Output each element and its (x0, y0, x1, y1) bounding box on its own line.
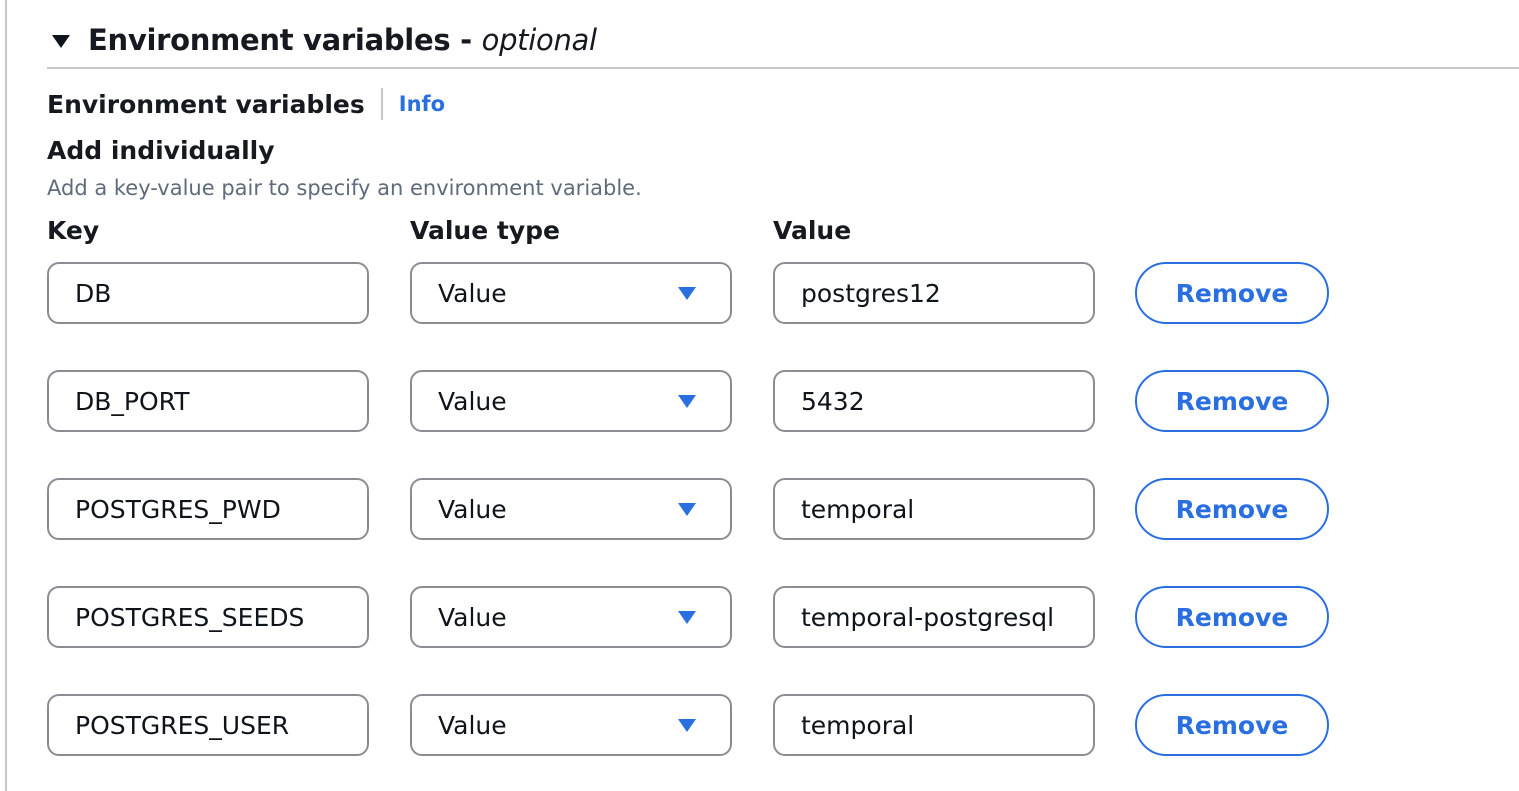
caret-down-icon (678, 502, 696, 516)
value-type-selected: Value (438, 710, 507, 740)
value-input[interactable] (775, 264, 1093, 322)
remove-button[interactable]: Remove (1135, 370, 1329, 432)
value-type-select[interactable]: Value (410, 694, 732, 756)
key-input[interactable] (49, 372, 367, 430)
caret-down-icon (678, 394, 696, 408)
section-title: Environment variables - optional (88, 23, 597, 57)
add-individually-heading: Add individually (47, 136, 275, 165)
env-var-row: Value Remove (0, 262, 1519, 324)
key-field[interactable] (47, 694, 369, 756)
value-type-selected: Value (438, 494, 507, 524)
remove-button[interactable]: Remove (1135, 478, 1329, 540)
env-var-row: Value Remove (0, 370, 1519, 432)
value-type-selected: Value (438, 602, 507, 632)
caret-down-icon (52, 34, 70, 48)
column-label-value: Value (773, 216, 852, 245)
value-type-selected: Value (438, 386, 507, 416)
key-input[interactable] (49, 588, 367, 646)
value-input[interactable] (775, 696, 1093, 754)
section-title-optional: optional (481, 23, 597, 57)
env-var-row: Value Remove (0, 586, 1519, 648)
key-field[interactable] (47, 586, 369, 648)
value-field[interactable] (773, 262, 1095, 324)
value-type-select[interactable]: Value (410, 586, 732, 648)
value-field[interactable] (773, 586, 1095, 648)
value-type-select[interactable]: Value (410, 370, 732, 432)
key-input[interactable] (49, 696, 367, 754)
add-individually-description: Add a key-value pair to specify an envir… (47, 176, 642, 200)
value-field[interactable] (773, 694, 1095, 756)
section-title-text: Environment variables (88, 23, 451, 57)
key-field[interactable] (47, 370, 369, 432)
value-field[interactable] (773, 370, 1095, 432)
column-label-key: Key (47, 216, 100, 245)
section-toggle-environment-variables[interactable]: Environment variables - optional (52, 20, 597, 60)
value-type-selected: Value (438, 278, 507, 308)
caret-down-icon (678, 286, 696, 300)
key-input[interactable] (49, 264, 367, 322)
label-separator (380, 88, 383, 120)
key-field[interactable] (47, 478, 369, 540)
remove-button[interactable]: Remove (1135, 694, 1329, 756)
remove-button[interactable]: Remove (1135, 262, 1329, 324)
value-type-select[interactable]: Value (410, 478, 732, 540)
remove-button[interactable]: Remove (1135, 586, 1329, 648)
key-field[interactable] (47, 262, 369, 324)
env-vars-label: Environment variables (47, 89, 365, 119)
value-type-select[interactable]: Value (410, 262, 732, 324)
caret-down-icon (678, 610, 696, 624)
info-link[interactable]: Info (399, 92, 445, 116)
value-field[interactable] (773, 478, 1095, 540)
env-var-row: Value Remove (0, 694, 1519, 756)
caret-down-icon (678, 718, 696, 732)
key-input[interactable] (49, 480, 367, 538)
value-input[interactable] (775, 480, 1093, 538)
section-divider (47, 67, 1519, 69)
env-vars-label-group: Environment variables Info (47, 88, 445, 120)
column-label-value-type: Value type (410, 216, 560, 245)
section-title-separator: - (450, 23, 482, 57)
value-input[interactable] (775, 372, 1093, 430)
value-input[interactable] (775, 588, 1093, 646)
env-var-row: Value Remove (0, 478, 1519, 540)
